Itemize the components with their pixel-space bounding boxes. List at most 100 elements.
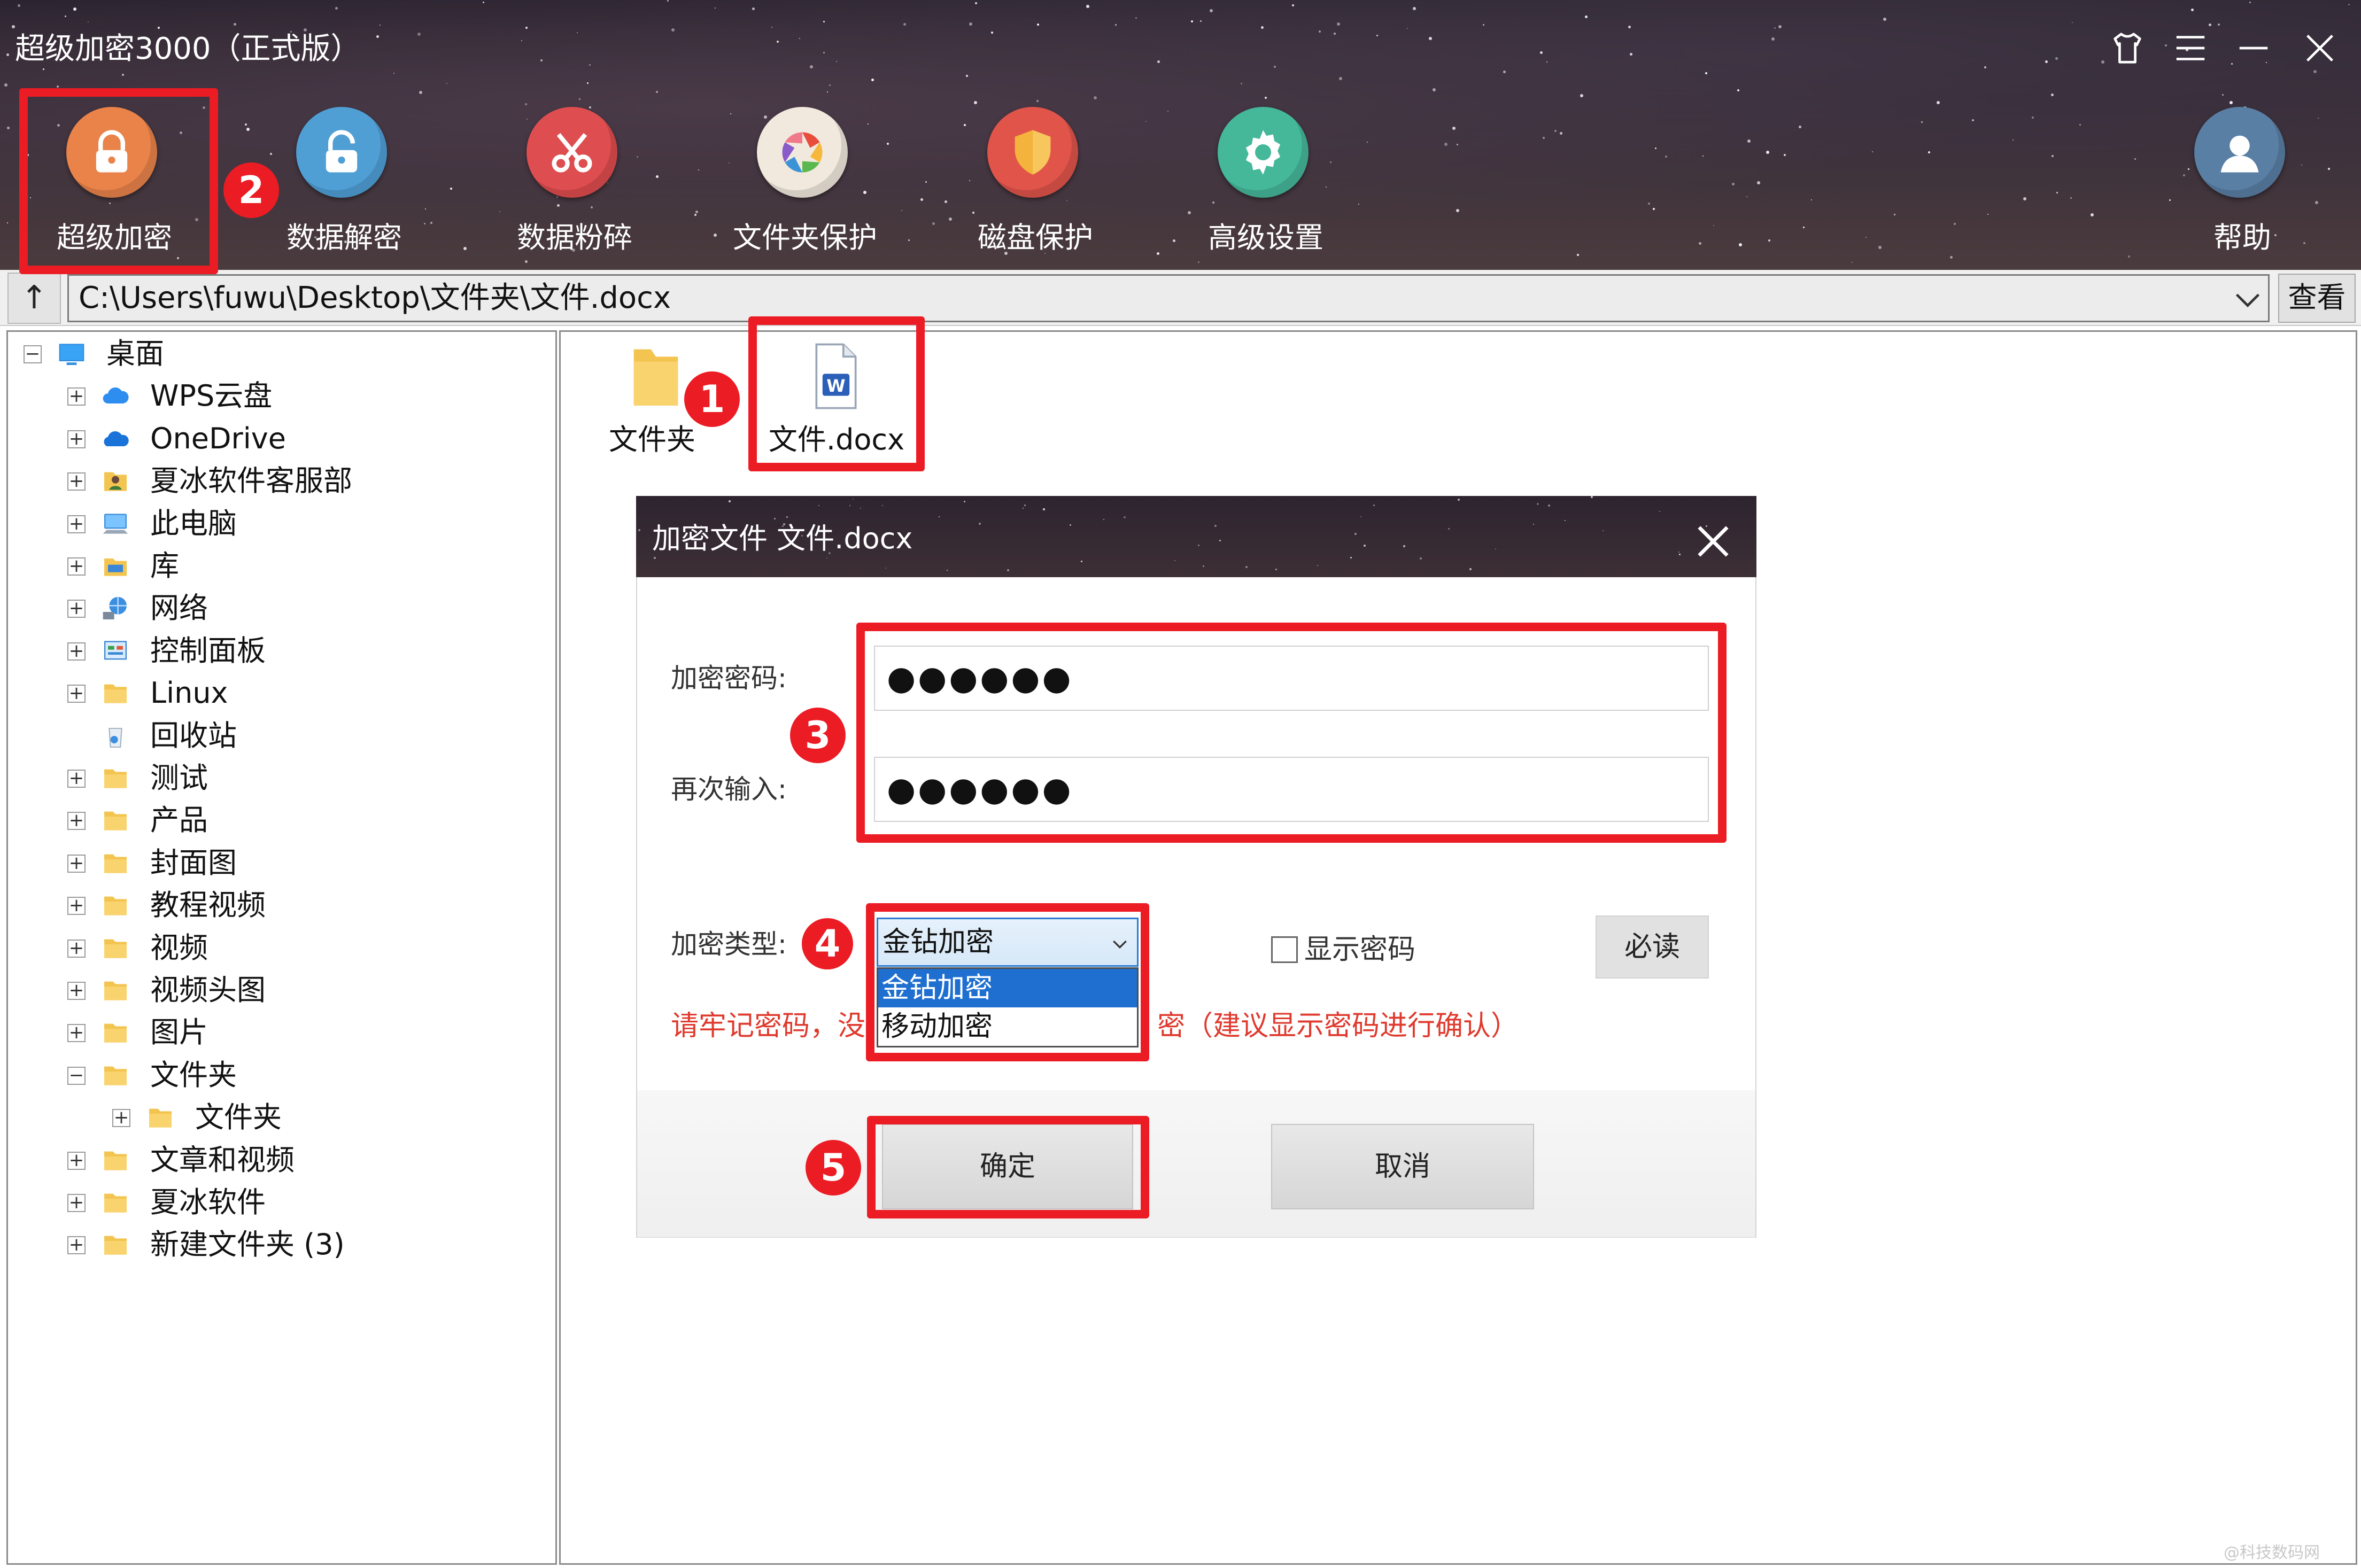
star-decoration — [1094, 96, 1097, 99]
star-decoration — [1655, 148, 1656, 149]
expand-icon[interactable]: + — [67, 854, 86, 873]
dialog-footer — [637, 1090, 1755, 1237]
tree-item[interactable]: + 网络 — [0, 587, 551, 630]
tool-data-decrypt[interactable]: 数据解密 — [264, 102, 424, 262]
collapse-icon[interactable]: − — [67, 1066, 86, 1085]
expand-icon[interactable]: + — [67, 1151, 86, 1170]
folder-icon — [104, 896, 127, 915]
tool-disk-protect[interactable]: 磁盘保护 — [955, 102, 1116, 262]
expand-icon[interactable]: + — [67, 1193, 86, 1212]
view-button[interactable]: 查看 — [2278, 274, 2356, 323]
tree-item[interactable]: + OneDrive — [0, 417, 551, 460]
path-input[interactable]: C:\Users\fuwu\Desktop\文件夹\文件.docx — [67, 274, 2270, 322]
minimize-button[interactable] — [2227, 21, 2280, 75]
expand-icon[interactable]: + — [67, 515, 86, 533]
skin-button[interactable] — [2101, 21, 2154, 75]
star-decoration — [715, 7, 716, 9]
star-decoration — [1319, 30, 1321, 33]
star-decoration — [1413, 7, 1416, 10]
star-decoration — [483, 2, 484, 3]
tree-item[interactable]: + 夏冰软件客服部 — [0, 460, 551, 502]
collapse-icon[interactable]: − — [24, 345, 42, 363]
tree-item[interactable]: + 新建文件夹 (3) — [0, 1223, 551, 1266]
star-decoration — [7, 127, 10, 129]
padlock-open-icon — [296, 107, 387, 198]
tool-advanced-settings[interactable]: 高级设置 — [1186, 102, 1346, 262]
tool-label: 磁盘保护 — [978, 221, 1093, 254]
menu-button[interactable] — [2164, 21, 2217, 75]
expand-icon[interactable]: + — [67, 811, 86, 830]
dialog-close-icon[interactable] — [1689, 517, 1737, 565]
show-password-checkbox[interactable] — [1271, 936, 1298, 963]
expand-icon[interactable]: + — [112, 1108, 130, 1127]
star-decoration — [1292, 4, 1294, 6]
must-read-button[interactable]: 必读 — [1596, 915, 1709, 979]
star-decoration — [823, 52, 825, 53]
tree-item[interactable]: + Linux — [0, 672, 551, 715]
star-decoration — [1894, 214, 1895, 215]
tree-item[interactable]: + 封面图 — [0, 842, 551, 884]
up-folder-button[interactable]: ↑ — [7, 273, 61, 324]
star-decoration — [1548, 504, 1550, 507]
expand-icon[interactable]: + — [67, 599, 86, 618]
star-decoration — [901, 210, 902, 211]
tree-item[interactable]: + 测试 — [0, 757, 551, 799]
expand-icon[interactable]: + — [67, 1023, 86, 1042]
tree-item[interactable]: + 图片 — [0, 1011, 551, 1054]
file-label: 文件夹 — [609, 423, 695, 456]
expand-icon[interactable]: + — [67, 981, 86, 1000]
star-decoration — [2070, 197, 2072, 199]
star-decoration — [1210, 9, 1213, 12]
expand-icon[interactable]: + — [67, 472, 86, 491]
close-button[interactable] — [2293, 21, 2347, 75]
password-label: 加密密码: — [671, 663, 787, 694]
star-decoration — [1577, 254, 1579, 256]
star-decoration — [1191, 20, 1193, 22]
tree-item[interactable]: − 文件夹 — [0, 1054, 551, 1097]
tool-label: 帮助 — [2213, 221, 2271, 254]
show-password-label[interactable]: 显示密码 — [1304, 928, 1415, 971]
tree-item[interactable]: + 文章和视频 — [0, 1139, 551, 1182]
tree-item[interactable]: + 文件夹 — [0, 1096, 551, 1139]
expand-icon[interactable]: + — [67, 896, 86, 915]
tree-item[interactable]: + 视频 — [0, 927, 551, 969]
star-decoration — [1157, 252, 1159, 255]
star-decoration — [1420, 557, 1422, 560]
star-decoration — [1628, 26, 1631, 28]
expand-icon[interactable]: + — [67, 387, 86, 406]
star-decoration — [1103, 519, 1104, 520]
expand-icon[interactable]: + — [67, 769, 86, 788]
expand-icon[interactable]: + — [67, 1236, 86, 1254]
star-decoration — [771, 27, 772, 28]
star-decoration — [1354, 533, 1357, 535]
star-decoration — [1732, 183, 1735, 185]
tree-item[interactable]: − 桌面 — [0, 332, 551, 375]
tool-folder-protect[interactable]: 文件夹保护 — [725, 102, 885, 262]
star-decoration — [1360, 516, 1361, 517]
annotation-badge: 3 — [790, 708, 846, 763]
expand-icon[interactable]: + — [67, 684, 86, 703]
tree-item[interactable]: + 夏冰软件 — [0, 1181, 551, 1224]
tree-item[interactable]: + 视频头图 — [0, 969, 551, 1012]
tree-item[interactable]: 回收站 — [0, 715, 551, 757]
star-decoration — [752, 7, 755, 10]
desktop-icon — [59, 344, 84, 365]
tree-item-label: 网络 — [150, 591, 208, 625]
tree-item[interactable]: + 此电脑 — [0, 502, 551, 545]
tree-item[interactable]: + 教程视频 — [0, 884, 551, 927]
expand-icon[interactable]: + — [67, 430, 86, 448]
expand-icon[interactable]: + — [67, 557, 86, 576]
expand-icon[interactable]: + — [67, 939, 86, 958]
tree-item[interactable]: + 控制面板 — [0, 630, 551, 672]
tree-item-label: 视频 — [150, 931, 208, 965]
cancel-button[interactable]: 取消 — [1271, 1124, 1534, 1209]
star-decoration — [966, 75, 968, 77]
tool-data-shred[interactable]: 数据粉碎 — [494, 102, 655, 262]
tree-item[interactable]: + 库 — [0, 545, 551, 587]
tool-help[interactable]: 帮助 — [2162, 102, 2323, 262]
star-decoration — [1757, 181, 1760, 184]
chevron-down-icon[interactable] — [2229, 278, 2266, 321]
tree-item[interactable]: + 产品 — [0, 799, 551, 842]
tree-item[interactable]: + WPS云盘 — [0, 375, 551, 417]
expand-icon[interactable]: + — [67, 642, 86, 661]
